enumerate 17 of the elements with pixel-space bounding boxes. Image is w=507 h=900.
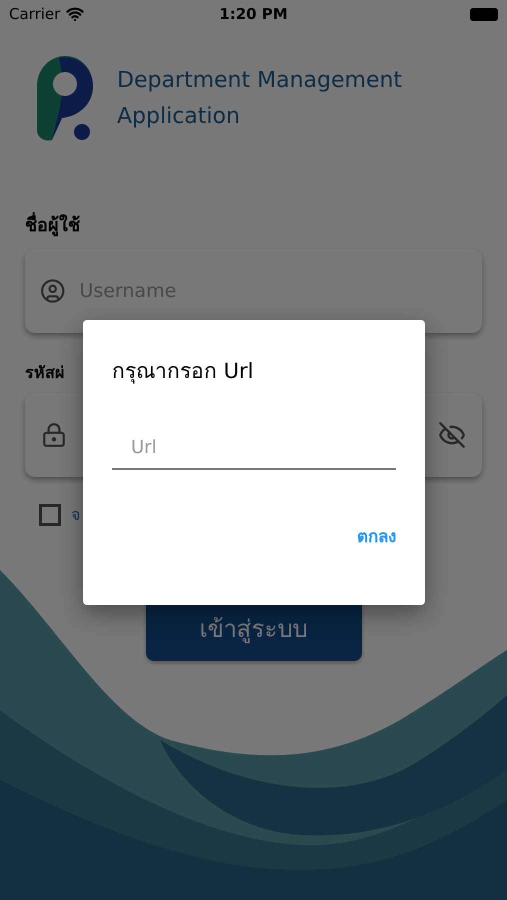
status-time: 1:20 PM <box>219 4 288 25</box>
confirm-button[interactable]: ตกลง <box>357 524 396 550</box>
field-label: ชื่อผู้ใช้ <box>25 212 507 239</box>
lock-icon <box>41 422 67 448</box>
app-title: Department Management <box>117 67 402 95</box>
remember-label: จ <box>71 504 80 526</box>
url-field[interactable]: Url <box>112 428 396 470</box>
remember-checkbox[interactable] <box>39 504 61 526</box>
app-title: Application <box>117 103 241 131</box>
battery-icon <box>470 8 498 20</box>
carrier-name: Carrier <box>9 4 60 25</box>
wifi-icon <box>66 5 84 23</box>
eye-off-icon[interactable] <box>438 421 466 449</box>
user-icon <box>40 277 66 305</box>
field-label: รหัสผ่ <box>25 362 64 384</box>
dialog-title: กรุณากรอก Url <box>112 358 255 386</box>
logo-icon <box>37 56 93 142</box>
